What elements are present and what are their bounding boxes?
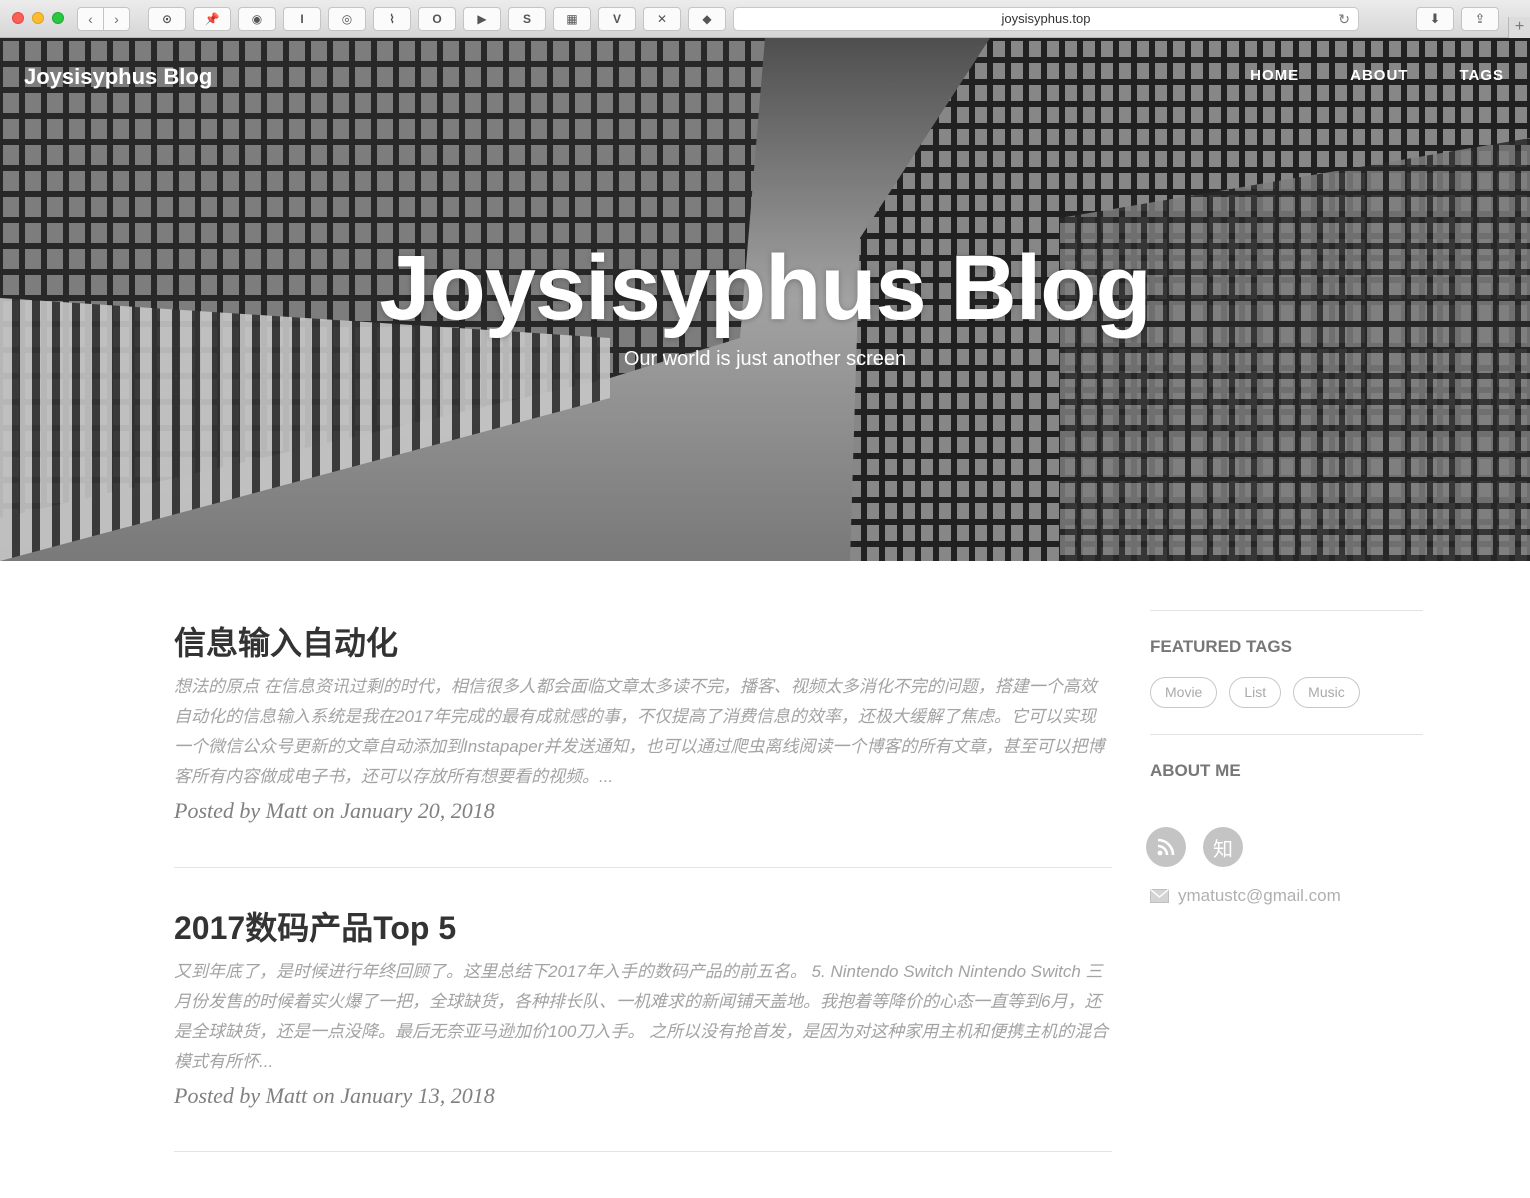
main-nav: HOME ABOUT TAGS xyxy=(1199,67,1504,84)
share-button[interactable]: ⇪ xyxy=(1461,7,1499,31)
back-button[interactable]: ‹ xyxy=(78,8,103,30)
reload-icon[interactable]: ↻ xyxy=(1338,8,1350,30)
tag-list: Movie List Music xyxy=(1150,677,1423,708)
minimize-window-button[interactable] xyxy=(32,12,44,24)
post-title[interactable]: 2017数码产品Top 5 xyxy=(174,908,1112,948)
nav-about-link[interactable]: ABOUT xyxy=(1350,67,1408,84)
post-meta: Posted by Matt on January 13, 2018 xyxy=(174,1083,495,1108)
extension-image-button[interactable]: ▦ xyxy=(553,7,591,31)
evernote-icon: ◆ xyxy=(702,12,712,26)
nav-home-link[interactable]: HOME xyxy=(1250,67,1299,84)
download-icon: ⬇ xyxy=(1429,11,1441,26)
post-excerpt[interactable]: 又到年底了，是时候进行年终回顾了。这里总结下2017年入手的数码产品的前五名。 … xyxy=(174,957,1112,1077)
zhihu-button[interactable]: 知 xyxy=(1203,827,1243,867)
hero-banner: Joysisyphus Blog HOME ABOUT TAGS Joysisy… xyxy=(0,38,1530,561)
about-me-heading: ABOUT ME xyxy=(1150,761,1241,780)
about-me-section: ABOUT ME 知 ymatustc@gmail.com xyxy=(1146,734,1423,906)
rss-icon xyxy=(1157,838,1175,856)
url-text: joysisyphus.top xyxy=(1001,11,1091,26)
play-icon: ▶ xyxy=(477,12,487,26)
extension-opera-button[interactable]: O xyxy=(418,7,456,31)
extension-globe-button[interactable]: ◉ xyxy=(238,7,276,31)
downloads-button[interactable]: ⬇ xyxy=(1416,7,1454,31)
pin-icon: 📌 xyxy=(204,12,220,26)
featured-tags-heading: FEATURED TAGS xyxy=(1150,637,1292,656)
cursor-icon: I xyxy=(300,12,304,26)
sidebar: FEATURED TAGS Movie List Music ABOUT ME … xyxy=(1146,610,1423,906)
tag-list[interactable]: List xyxy=(1229,677,1282,708)
share-icon: ⇪ xyxy=(1474,11,1486,26)
image-icon: ▦ xyxy=(566,12,578,26)
extension-pin-button[interactable]: 📌 xyxy=(193,7,231,31)
history-nav: ‹ › xyxy=(77,7,130,31)
close-window-button[interactable] xyxy=(12,12,24,24)
globe-icon: ◉ xyxy=(251,12,263,26)
post-preview[interactable]: 2017数码产品Top 5 又到年底了，是时候进行年终回顾了。这里总结下2017… xyxy=(174,868,1112,1152)
extension-cursor-button[interactable]: I xyxy=(283,7,321,31)
tag-movie[interactable]: Movie xyxy=(1150,677,1218,708)
email-address: ymatustc@gmail.com xyxy=(1178,886,1341,905)
extension-evernote-button[interactable]: ◆ xyxy=(688,7,726,31)
extension-s-button[interactable]: S xyxy=(508,7,546,31)
hero-subtitle: Our world is just another screen xyxy=(623,348,907,370)
extension-play-button[interactable]: ▶ xyxy=(463,7,501,31)
new-tab-button[interactable]: + xyxy=(1508,17,1530,38)
site-brand-link[interactable]: Joysisyphus Blog xyxy=(24,64,212,90)
browser-toolbar: ‹ › ⊙ 📌 ◉ I ◎ ⌇ O ▶ S ▦ V ✕ ◆ joysisyphu… xyxy=(0,0,1530,38)
extension-rss-button[interactable]: ⌇ xyxy=(373,7,411,31)
chevron-left-icon: ‹ xyxy=(88,11,93,27)
v-icon: V xyxy=(612,12,621,26)
s-icon: S xyxy=(522,12,531,26)
plus-icon: + xyxy=(1514,18,1525,35)
extension-x-button[interactable]: ✕ xyxy=(643,7,681,31)
zhihu-icon: 知 xyxy=(1213,838,1233,861)
tag-music[interactable]: Music xyxy=(1293,677,1360,708)
email-link[interactable]: ymatustc@gmail.com xyxy=(1150,886,1423,906)
social-links: 知 xyxy=(1146,827,1423,867)
hero-title: Joysisyphus Blog xyxy=(379,237,1151,339)
address-bar[interactable]: joysisyphus.top ↻ xyxy=(733,7,1359,31)
zoom-window-button[interactable] xyxy=(52,12,64,24)
post-excerpt[interactable]: 想法的原点 在信息资讯过剩的时代，相信很多人都会面临文章太多读不完，播客、视频太… xyxy=(174,672,1112,792)
extension-v-button[interactable]: V xyxy=(598,7,636,31)
chevron-right-icon: › xyxy=(114,11,119,27)
featured-tags-section: FEATURED TAGS Movie List Music xyxy=(1150,610,1423,708)
post-list: 信息输入自动化 想法的原点 在信息资讯过剩的时代，相信很多人都会面临文章太多读不… xyxy=(174,561,1112,1152)
x-icon: ✕ xyxy=(656,12,668,26)
swirl-icon: ◎ xyxy=(341,12,353,26)
rss-icon: ⌇ xyxy=(389,12,395,26)
nav-tags-link[interactable]: TAGS xyxy=(1459,67,1504,84)
opera-icon: O xyxy=(432,12,442,26)
extension-swirl-button[interactable]: ◎ xyxy=(328,7,366,31)
rss-feed-button[interactable] xyxy=(1146,827,1186,867)
extension-toggle-button[interactable]: ⊙ xyxy=(148,7,186,31)
forward-button[interactable]: › xyxy=(103,8,129,30)
mail-icon xyxy=(1150,889,1169,903)
toggle-icon: ⊙ xyxy=(161,12,173,26)
post-meta: Posted by Matt on January 20, 2018 xyxy=(174,798,495,823)
post-preview[interactable]: 信息输入自动化 想法的原点 在信息资讯过剩的时代，相信很多人都会面临文章太多读不… xyxy=(174,561,1112,868)
post-title[interactable]: 信息输入自动化 xyxy=(174,623,1112,663)
